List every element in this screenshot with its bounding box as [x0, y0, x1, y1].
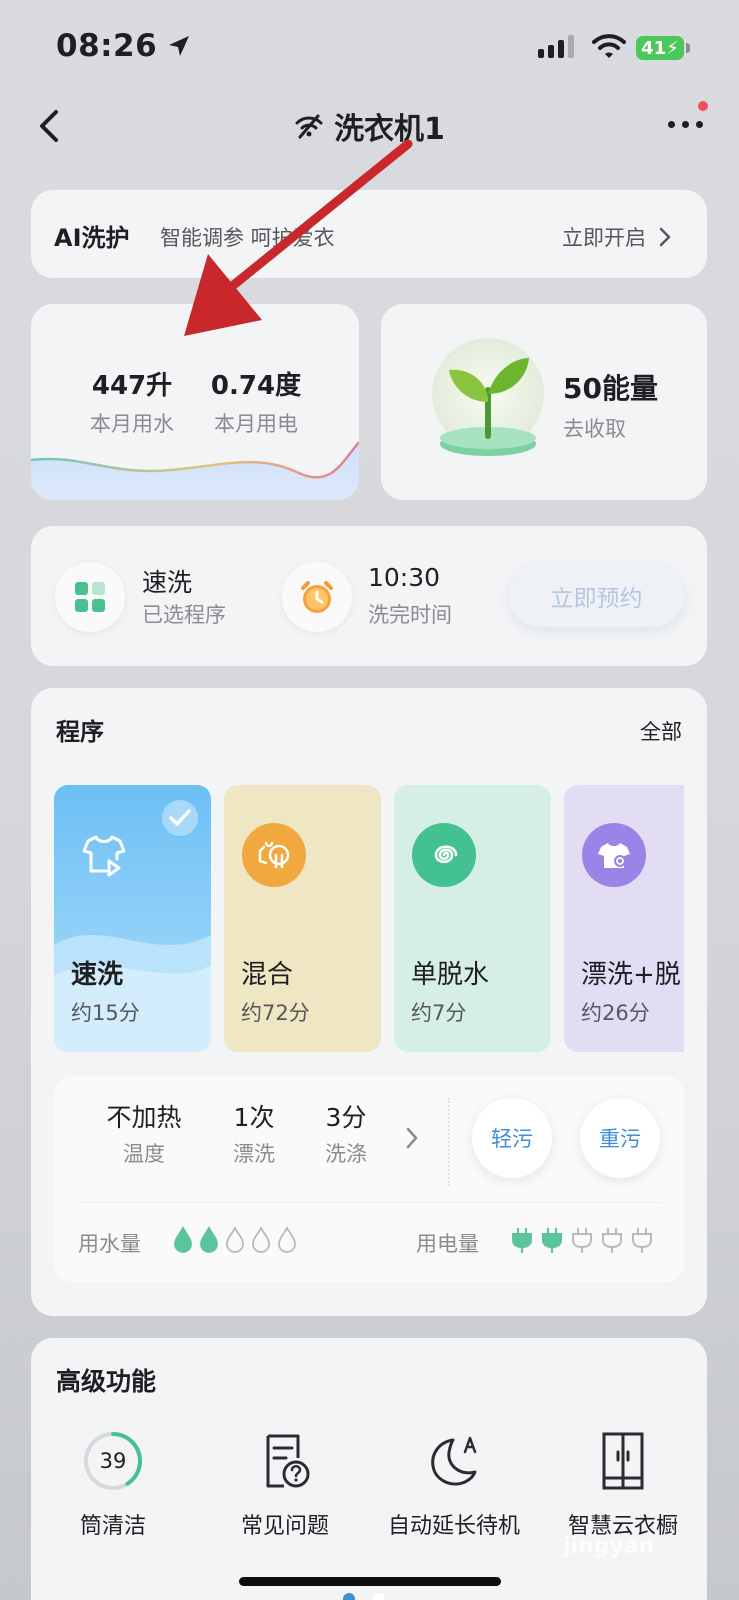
- wash-time-option-label: 洗涤: [325, 1142, 367, 1166]
- power-usage-label: 本月用电: [214, 412, 298, 436]
- auto-standby-feature[interactable]: 自动延长待机: [378, 1430, 530, 1540]
- sprout-plant-icon: [432, 338, 544, 456]
- water-usage-level-label: 用水量: [78, 1232, 141, 1256]
- program-tile-name: 漂洗+脱: [581, 960, 681, 990]
- battery-icon: 41 ⚡: [636, 36, 684, 60]
- ai-care-open-label: 立即开启: [562, 226, 646, 250]
- program-tile-duration: 约7分: [411, 1001, 467, 1025]
- drum-clean-count: 39: [99, 1449, 127, 1473]
- status-time: 08:26: [56, 28, 191, 64]
- power-plug-icon: [512, 1227, 532, 1253]
- selected-program-label: 已选程序: [142, 603, 226, 627]
- finish-time-label: 洗完时间: [368, 603, 452, 627]
- program-tile-name: 速洗: [71, 960, 124, 990]
- program-tile-duration: 约26分: [581, 1001, 650, 1025]
- alarm-clock-icon: [301, 581, 333, 613]
- chevron-right-icon: [659, 227, 671, 247]
- program-tile-strip: 速洗 约15分 混合 约72分 单脱水 约7分 漂洗+脱 约26分: [54, 785, 684, 1052]
- program-tile-rinse-spin[interactable]: 漂洗+脱 约26分: [564, 785, 684, 1052]
- cellular-signal-icon: [538, 34, 574, 58]
- finish-time-value: 10:30: [368, 563, 441, 592]
- program-tile-duration: 约15分: [71, 1001, 140, 1025]
- watermark-text: jingyan: [563, 1534, 655, 1559]
- power-plug-icon: [632, 1227, 652, 1253]
- location-arrow-icon: [169, 36, 190, 56]
- rinse-option-label: 漂洗: [233, 1142, 275, 1166]
- ai-care-title: AI洗护: [54, 224, 130, 252]
- water-usage-label: 本月用水: [90, 412, 174, 436]
- feature-label: 常见问题: [240, 1514, 329, 1539]
- mixed-clothes-icon: [242, 823, 306, 887]
- temperature-option-value[interactable]: 不加热: [84, 1098, 204, 1134]
- power-plug-icon: [542, 1227, 562, 1253]
- advanced-section-title: 高级功能: [56, 1367, 157, 1396]
- water-drop-icon: [252, 1226, 270, 1253]
- status-time-text: 08:26: [56, 28, 158, 64]
- wifi-icon: [592, 34, 626, 58]
- program-section-title: 程序: [56, 718, 104, 746]
- more-menu-icon[interactable]: [668, 121, 703, 128]
- program-grid-icon: [75, 582, 105, 612]
- checkmark-icon: [162, 800, 198, 836]
- spin-spiral-icon: [412, 823, 476, 887]
- moon-auto-icon: [431, 1436, 477, 1486]
- ai-care-open-link[interactable]: 立即开启: [562, 222, 672, 252]
- program-tile-duration: 约72分: [241, 1001, 310, 1025]
- battery-level: 41: [641, 37, 667, 59]
- home-indicator: [239, 1577, 501, 1586]
- annotation-arrow-icon: [184, 139, 413, 336]
- notification-dot: [698, 101, 708, 111]
- selected-program-icon-wrap[interactable]: [55, 562, 125, 632]
- faq-feature[interactable]: 常见问题: [220, 1430, 350, 1540]
- rinse-shirt-icon: [582, 823, 646, 887]
- wash-time-option-value[interactable]: 3分: [306, 1098, 386, 1134]
- feature-label: 筒清洁: [79, 1514, 146, 1539]
- selected-program-value: 速洗: [142, 568, 193, 597]
- drum-clean-feature[interactable]: 39 筒清洁: [53, 1430, 173, 1540]
- smart-wardrobe-feature[interactable]: 智慧云衣橱: [553, 1430, 693, 1540]
- program-tile-spin[interactable]: 单脱水 约7分: [394, 785, 551, 1052]
- power-usage-value: 0.74度: [210, 371, 302, 401]
- program-tile-name: 单脱水: [411, 960, 490, 990]
- power-plug-icon: [572, 1227, 592, 1253]
- water-usage-level-meter: [172, 1226, 298, 1254]
- battery-cap: [686, 43, 690, 53]
- program-all-link[interactable]: 全部: [640, 716, 682, 746]
- page-indicator: [343, 1593, 385, 1600]
- water-drop-icon: [200, 1226, 218, 1253]
- book-now-button[interactable]: 立即预约: [509, 565, 684, 627]
- energy-value: 50能量: [563, 372, 658, 405]
- power-plug-icon: [602, 1227, 622, 1253]
- water-usage-value: 447升: [91, 371, 173, 401]
- options-divider: [448, 1098, 450, 1186]
- water-drop-icon: [174, 1226, 192, 1253]
- power-usage-level-meter: [510, 1227, 654, 1253]
- light-soil-button[interactable]: 轻污: [472, 1098, 552, 1178]
- rinse-option-value[interactable]: 1次: [214, 1098, 294, 1134]
- heavy-soil-button[interactable]: 重污: [580, 1098, 660, 1178]
- power-usage-level-label: 用电量: [416, 1232, 479, 1256]
- energy-collect-link[interactable]: 去收取: [563, 413, 626, 443]
- temperature-option-label: 温度: [123, 1142, 165, 1166]
- wardrobe-icon: [602, 1432, 644, 1490]
- finish-time-icon-wrap[interactable]: [282, 562, 352, 632]
- program-tile-quick-wash[interactable]: 速洗 约15分: [54, 785, 211, 1052]
- program-tile-name: 混合: [241, 960, 294, 990]
- water-drop-icon: [226, 1226, 244, 1253]
- drum-clean-ring-icon: 39: [82, 1430, 144, 1492]
- options-chevron-right-icon[interactable]: [405, 1126, 419, 1150]
- program-tile-mixed[interactable]: 混合 约72分: [224, 785, 381, 1052]
- shirt-play-icon: [82, 835, 126, 877]
- options-hr: [78, 1202, 660, 1203]
- water-drop-icon: [278, 1226, 296, 1253]
- feature-label: 自动延长待机: [387, 1514, 520, 1539]
- faq-document-icon: [266, 1434, 310, 1488]
